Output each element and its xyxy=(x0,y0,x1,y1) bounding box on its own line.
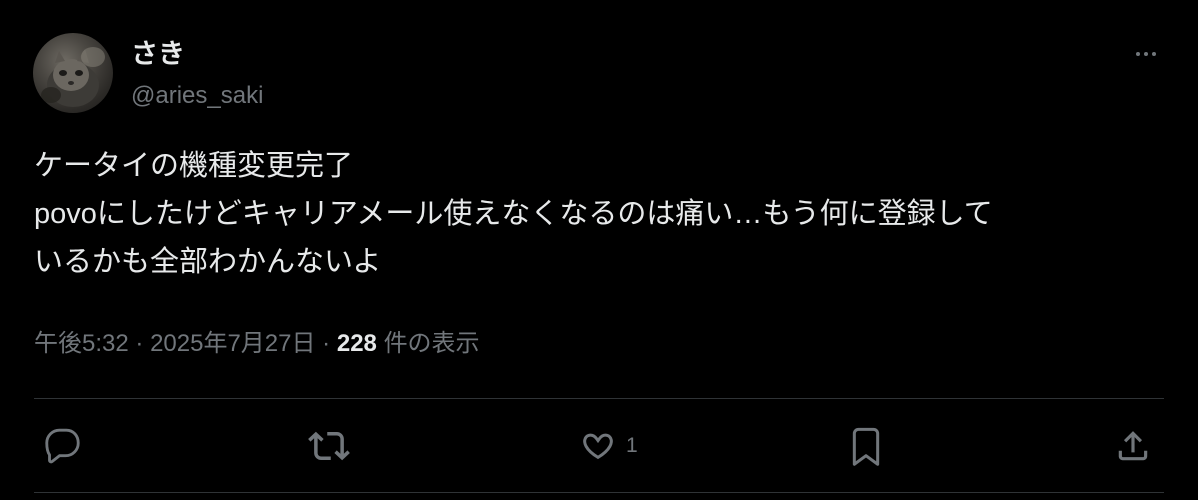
meta-separator: · xyxy=(135,330,144,357)
retweet-button[interactable] xyxy=(308,424,350,468)
like-button[interactable]: 1 xyxy=(578,424,638,468)
tweet-text: ケータイの機種変更完了 povoにしたけどキャリアメール使えなくなるのは痛い…も… xyxy=(34,142,1174,286)
meta-separator: · xyxy=(322,330,331,357)
like-count: 1 xyxy=(626,434,638,457)
avatar-cat-image xyxy=(41,47,105,107)
divider xyxy=(34,492,1164,493)
retweet-icon xyxy=(308,431,350,461)
tweet-date[interactable]: 2025年7月27日 xyxy=(150,330,315,357)
more-options-button[interactable] xyxy=(1128,44,1164,64)
tweet-card: さき @aries_saki ケータイの機種変更完了 povoにしたけどキャリア… xyxy=(0,0,1198,500)
views-count: 228 xyxy=(336,330,377,357)
reply-button[interactable] xyxy=(44,424,82,468)
tweet-text-line: ケータイの機種変更完了 xyxy=(34,150,354,182)
divider xyxy=(34,398,1164,399)
tweet-text-line: いるかも全部わかんないよ xyxy=(34,246,382,278)
reply-icon xyxy=(45,428,80,464)
display-name[interactable]: さき xyxy=(131,38,185,70)
bookmark-button[interactable] xyxy=(846,424,886,468)
views-label: 件の表示 xyxy=(383,330,480,357)
share-icon xyxy=(1118,431,1148,461)
user-handle[interactable]: @aries_saki xyxy=(131,81,263,111)
heart-icon xyxy=(583,433,613,460)
more-icon xyxy=(1136,52,1140,56)
avatar[interactable] xyxy=(33,33,113,113)
tweet-time[interactable]: 午後5:32 xyxy=(34,330,129,357)
tweet-meta: 午後5:32 · 2025年7月27日 · 228 件の表示 xyxy=(34,326,480,362)
share-button[interactable] xyxy=(1114,424,1152,468)
bookmark-icon xyxy=(852,427,880,466)
tweet-text-line: povoにしたけどキャリアメール使えなくなるのは痛い…もう何に登録して xyxy=(34,198,993,230)
